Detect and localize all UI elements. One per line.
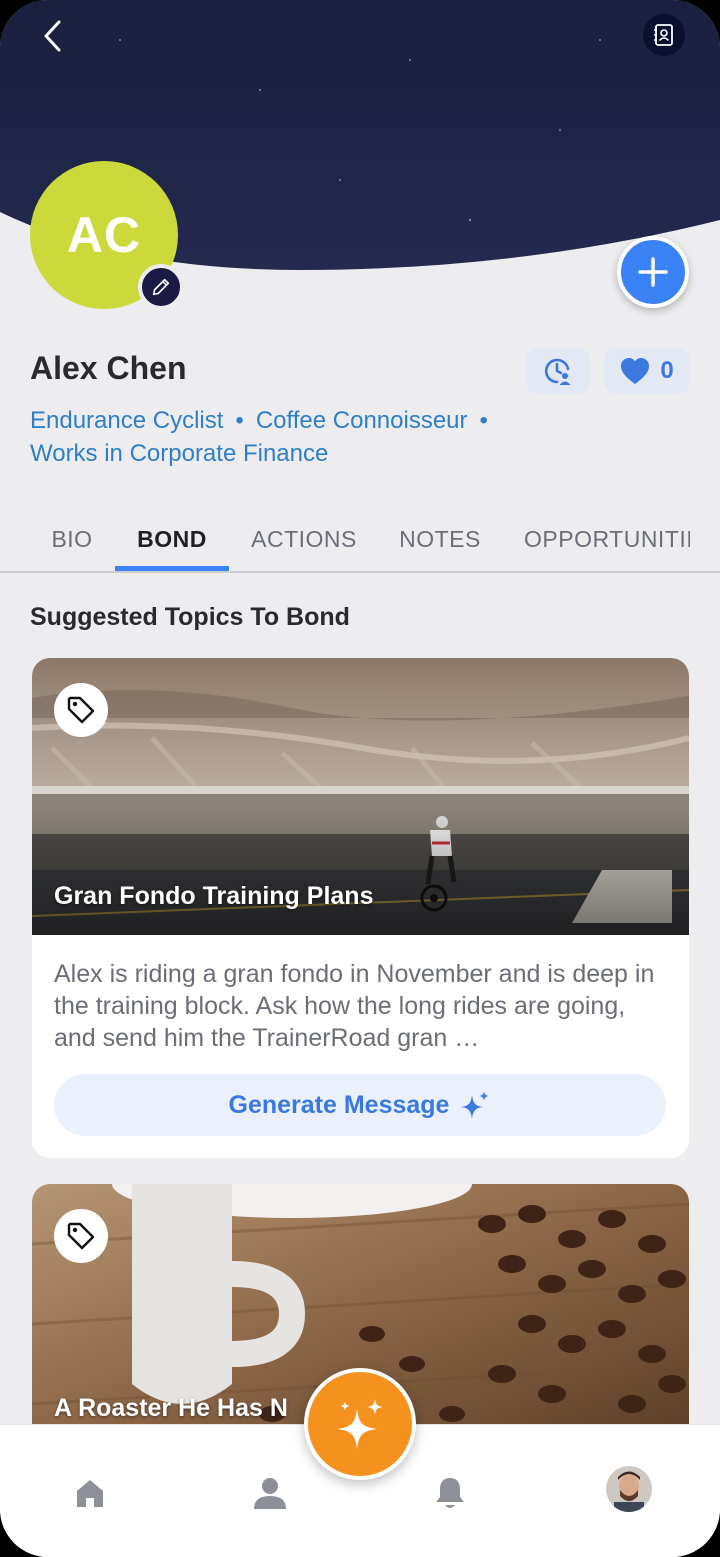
topic-card[interactable]: Gran Fondo Training Plans Alex is riding…	[32, 658, 689, 1158]
add-button[interactable]	[617, 236, 689, 308]
avatar-initials: AC	[66, 207, 142, 263]
ai-assistant-button[interactable]	[304, 1368, 416, 1480]
app-screen: AC Alex Chen 0 Endurance Cyclist • Coffee …	[0, 0, 720, 1557]
user-avatar[interactable]	[606, 1466, 652, 1512]
tab-bond[interactable]: BOND	[115, 508, 229, 570]
home-icon	[77, 1480, 103, 1507]
tag-corporate-finance[interactable]: Works in Corporate Finance	[30, 440, 328, 467]
chevron-left-icon	[44, 20, 61, 52]
person-icon	[254, 1478, 286, 1509]
like-button[interactable]: 0	[604, 348, 690, 394]
active-tab-indicator	[115, 566, 229, 571]
pencil-icon	[152, 278, 170, 296]
generate-message-button[interactable]: Generate Message	[54, 1074, 666, 1136]
tag-separator: •	[479, 407, 488, 434]
tab-notes[interactable]: NOTES	[388, 508, 492, 570]
tag-icon-badge	[54, 1209, 108, 1263]
contact-book-icon	[654, 24, 673, 46]
tab-bio[interactable]: BIO	[36, 508, 108, 570]
heart-icon	[621, 358, 650, 384]
tag-icon	[67, 1222, 95, 1250]
nav-notifications[interactable]	[420, 1463, 480, 1523]
generate-message-label: Generate Message	[228, 1090, 450, 1119]
section-title: Suggested Topics To Bond	[30, 603, 350, 631]
tag-separator: •	[235, 407, 244, 434]
tab-opportunities[interactable]: OPPORTUNITII	[510, 508, 690, 570]
profile-tabs: BIO BOND ACTIONS NOTES OPPORTUNITII	[0, 508, 720, 572]
topic-card-title: Gran Fondo Training Plans	[54, 882, 374, 910]
sparkle-icon	[337, 1399, 383, 1449]
nav-contacts[interactable]	[240, 1463, 300, 1523]
tag-icon-badge	[54, 683, 108, 737]
tag-endurance-cyclist[interactable]: Endurance Cyclist	[30, 407, 223, 434]
contact-card-button[interactable]	[643, 14, 685, 56]
topic-card-description: Alex is riding a gran fondo in November …	[54, 960, 655, 1052]
history-button[interactable]	[526, 348, 590, 394]
plus-icon	[638, 257, 668, 287]
bell-icon	[436, 1478, 464, 1508]
tag-coffee-connoisseur[interactable]: Coffee Connoisseur	[256, 407, 468, 434]
tabs-divider	[0, 571, 720, 573]
profile-name: Alex Chen	[30, 350, 187, 386]
tag-icon	[67, 696, 95, 724]
tab-actions[interactable]: ACTIONS	[240, 508, 368, 570]
clock-person-icon	[544, 358, 571, 385]
topic-card-title: A Roaster He Has N	[54, 1394, 288, 1422]
like-count: 0	[660, 357, 674, 384]
back-button[interactable]	[30, 14, 74, 58]
profile-tags: Endurance Cyclist • Coffee Connoisseur • Wo…	[30, 404, 650, 470]
edit-avatar-button[interactable]	[138, 264, 184, 310]
sparkle-icon	[461, 1091, 490, 1119]
nav-home[interactable]	[60, 1463, 120, 1523]
